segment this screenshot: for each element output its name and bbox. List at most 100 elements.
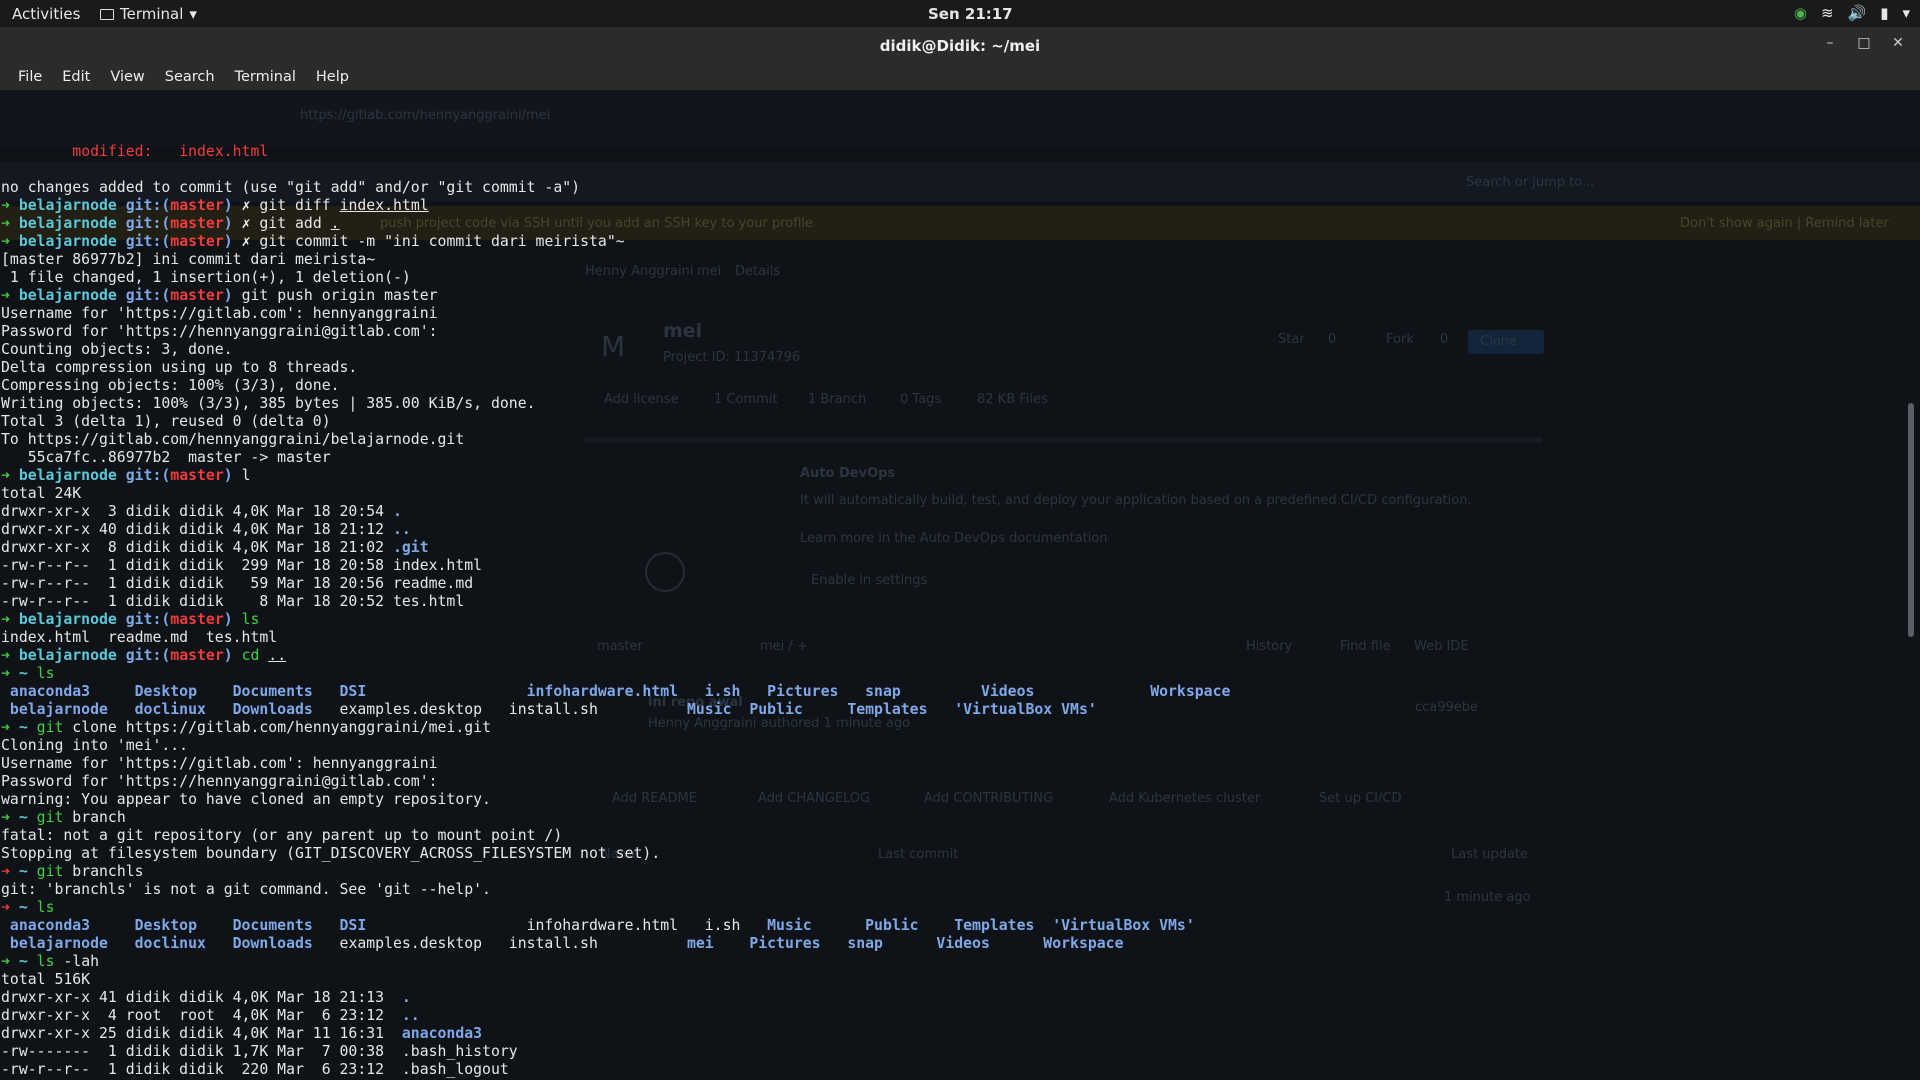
browser-url: https://gitlab.com/hennyanggraini/mei <box>300 108 551 123</box>
terminal-text: ✗ <box>241 215 260 232</box>
menu-terminal[interactable]: Terminal <box>225 69 306 85</box>
terminal-text: ) <box>223 647 242 664</box>
terminal-line: Password for 'https://hennyanggraini@git… <box>1 323 1230 341</box>
terminal-text: fatal: not a git repository (or any pare… <box>1 827 563 844</box>
terminal-text: git add <box>259 215 331 232</box>
system-menu-chevron-icon[interactable]: ▾ <box>1902 4 1910 22</box>
browser-toolbar <box>0 90 1920 146</box>
terminal-text: Stopping at filesystem boundary (GIT_DIS… <box>1 845 661 862</box>
menu-search[interactable]: Search <box>155 69 225 85</box>
activities-button[interactable]: Activities <box>12 5 80 23</box>
terminal-text: belajarnode <box>18 215 126 232</box>
terminal-line: Counting objects: 3, done. <box>1 341 1230 359</box>
terminal-text: belajarnode <box>18 467 126 484</box>
clock[interactable]: Sen 21:17 <box>928 5 1013 23</box>
terminal-line: ➜ belajarnode git:(master) cd .. <box>1 647 1230 665</box>
menu-help[interactable]: Help <box>306 69 359 85</box>
volume-icon[interactable]: 🔊 <box>1848 4 1867 22</box>
terminal-text: ➜ <box>1 233 19 250</box>
star-button: Star <box>1278 332 1305 347</box>
wifi-icon[interactable]: ≋ <box>1821 4 1834 22</box>
terminal-text: Password for 'https://hennyanggraini@git… <box>1 323 438 340</box>
maximize-icon[interactable]: □ <box>1856 35 1872 51</box>
terminal-text: Username for 'https://gitlab.com': henny… <box>1 755 438 772</box>
minimize-icon[interactable]: – <box>1822 35 1838 51</box>
terminal-text: anaconda3 Desktop Documents DSI <box>1 917 527 934</box>
star-count: 0 <box>1328 332 1337 347</box>
terminal-text: ~ <box>18 899 37 916</box>
terminal-line: Password for 'https://hennyanggraini@git… <box>1 773 1230 791</box>
terminal-line: Username for 'https://gitlab.com': henny… <box>1 755 1230 773</box>
terminal-text: ➜ <box>1 647 19 664</box>
terminal-line: index.html readme.md tes.html <box>1 629 1230 647</box>
close-icon[interactable]: ✕ <box>1890 35 1906 51</box>
terminal-line: -rw-r--r-- 1 didik didik 220 Mar 6 23:12… <box>1 1061 1230 1079</box>
terminal-text: index.html <box>339 197 429 214</box>
terminal-text: git <box>36 863 73 880</box>
terminal-text: . <box>392 503 402 520</box>
terminal-text: ) <box>223 215 242 232</box>
terminal-text: Pictures snap Videos Workspace <box>767 683 1231 700</box>
terminal-text: no changes added to commit (use "git add… <box>1 179 581 196</box>
system-tray[interactable]: ◉ ≋ 🔊 ▮ ▾ <box>1794 4 1910 22</box>
terminal-text: ~ <box>18 953 37 970</box>
web-ide-button: Web IDE <box>1414 639 1469 654</box>
ssh-banner-actions: Don't show again | Remind later <box>1680 216 1889 231</box>
terminal-text: modified: index.html <box>72 143 269 160</box>
terminal-text: warning: You appear to have cloned an em… <box>1 791 491 808</box>
terminal-line: Compressing objects: 100% (3/3), done. <box>1 377 1230 395</box>
terminal-text: git: 'branchls' is not a git command. Se… <box>1 881 491 898</box>
terminal-line: belajarnode doclinux Downloads examples.… <box>1 935 1230 953</box>
terminal-scrollbar[interactable] <box>1908 403 1914 637</box>
terminal-line: -rw------- 1 didik didik 1,7K Mar 7 00:3… <box>1 1043 1230 1061</box>
menu-view[interactable]: View <box>100 69 154 85</box>
menu-file[interactable]: File <box>8 69 52 85</box>
window-controls: – □ ✕ <box>1822 35 1906 51</box>
terminal-text: .. <box>392 521 411 538</box>
terminal-line: -rw-r--r-- 1 didik didik 299 Mar 18 20:5… <box>1 557 1230 575</box>
terminal-text: drwxr-xr-x 40 didik didik 4,0K Mar 18 21… <box>1 521 393 538</box>
terminal-text: drwxr-xr-x 41 didik didik 4,0K Mar 18 21… <box>1 989 402 1006</box>
terminal-text: -rw-r--r-- 1 didik didik 8 Mar 18 20:52 … <box>1 593 465 610</box>
terminal-line: total 24K <box>1 485 1230 503</box>
terminal-line: ➜ ~ git branch <box>1 809 1230 827</box>
window-titlebar[interactable]: didik@Didik: ~/mei – □ ✕ <box>0 27 1920 64</box>
last-commit-sha: cca99ebe <box>1415 700 1479 715</box>
terminal-text: Password for 'https://hennyanggraini@git… <box>1 773 438 790</box>
terminal-text: git:( <box>125 233 171 250</box>
app-menu[interactable]: Terminal ▾ <box>100 5 197 23</box>
terminal-line: 1 file changed, 1 insertion(+), 1 deleti… <box>1 269 1230 287</box>
terminal-text: ➜ <box>1 899 19 916</box>
terminal-text: belajarnode <box>18 233 126 250</box>
terminal-text: ) <box>223 611 242 628</box>
terminal-text: git push origin master <box>241 287 438 304</box>
terminal-text: To https://gitlab.com/hennyanggraini/bel… <box>1 431 465 448</box>
terminal-text: master <box>170 287 224 304</box>
terminal-text: ➜ <box>1 287 19 304</box>
terminal-text: Delta compression using up to 8 threads. <box>1 359 358 376</box>
terminal-line: ➜ belajarnode git:(master) l <box>1 467 1230 485</box>
terminal-text: ➜ <box>1 611 19 628</box>
terminal-text: Username for 'https://gitlab.com': henny… <box>1 305 438 322</box>
terminal-view[interactable]: https://gitlab.com/hennyanggraini/mei Se… <box>0 90 1920 1080</box>
update-icon[interactable]: ◉ <box>1794 4 1807 22</box>
terminal-text: belajarnode <box>18 197 126 214</box>
terminal-text: Total 3 (delta 1), reused 0 (delta 0) <box>1 413 331 430</box>
terminal-text: ~ <box>18 809 37 826</box>
terminal-line: To https://gitlab.com/hennyanggraini/bel… <box>1 431 1230 449</box>
terminal-text: Music Public Templates 'VirtualBox VMs' <box>686 701 1097 718</box>
files-header-last-update: Last update <box>1451 847 1529 862</box>
history-button: History <box>1246 639 1293 654</box>
terminal-line: ➜ ~ git clone https://gitlab.com/hennyan… <box>1 719 1230 737</box>
terminal-text: -rw------- 1 didik didik 1,7K Mar 7 00:3… <box>1 1043 518 1060</box>
battery-icon[interactable]: ▮ <box>1880 4 1888 22</box>
terminal-text: belajarnode <box>18 647 126 664</box>
terminal-line: modified: index.html <box>1 143 1230 161</box>
terminal-text: ~ <box>18 863 37 880</box>
terminal-line: Delta compression using up to 8 threads. <box>1 359 1230 377</box>
menu-edit[interactable]: Edit <box>52 69 100 85</box>
terminal-text: drwxr-xr-x 3 didik didik 4,0K Mar 18 20:… <box>1 503 393 520</box>
setup-ci-link: Set up CI/CD <box>1319 791 1402 806</box>
terminal-text: drwxr-xr-x 4 root root 4,0K Mar 6 23:12 <box>1 1007 402 1024</box>
